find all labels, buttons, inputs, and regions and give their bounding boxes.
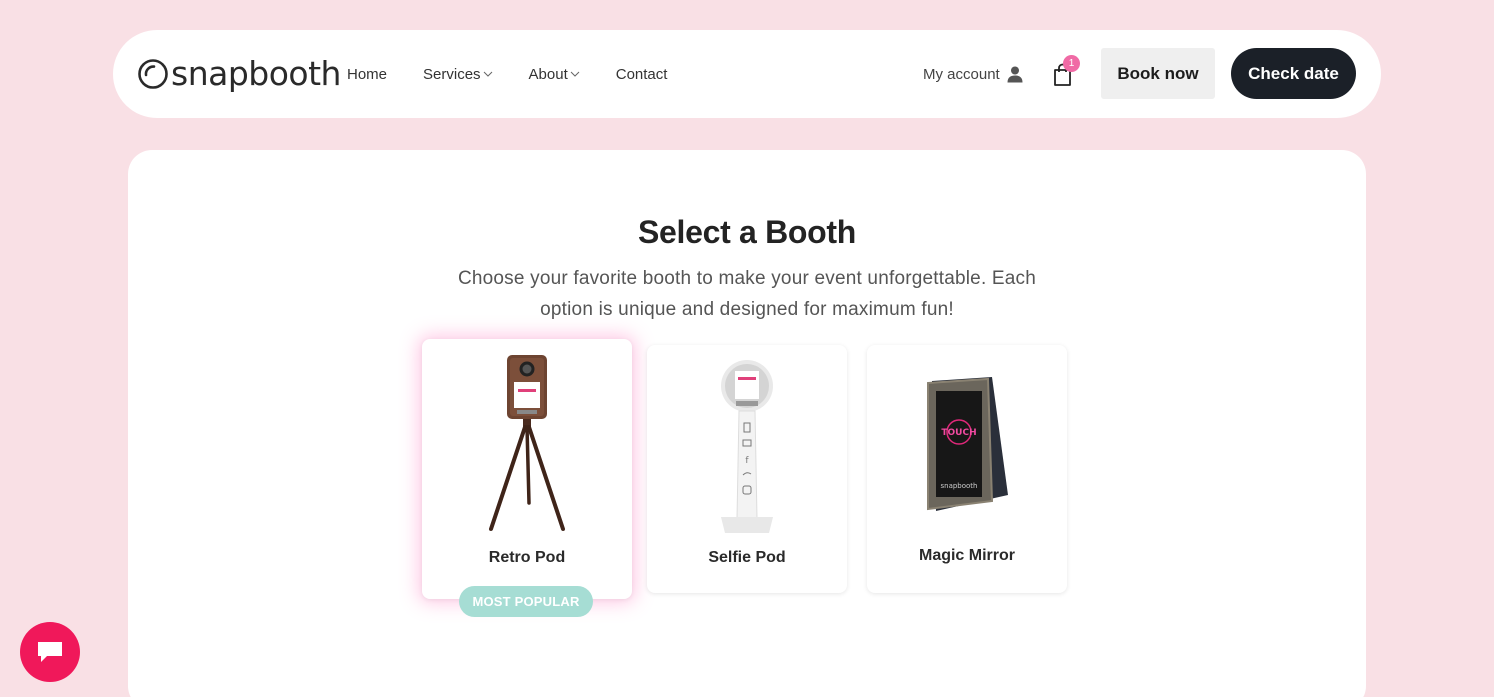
nav-about[interactable]: About — [529, 66, 580, 83]
user-icon — [1007, 66, 1023, 83]
logo[interactable]: snapbooth — [137, 56, 341, 92]
chevron-down-icon — [570, 71, 580, 77]
chat-launcher[interactable] — [20, 622, 80, 682]
nav-about-label: About — [528, 65, 568, 83]
booth-card-selfie-pod[interactable]: f Selfie Pod — [647, 345, 847, 593]
page-title: Select a Booth — [637, 214, 857, 250]
booth-name: Magic Mirror — [918, 547, 1015, 564]
book-now-button[interactable]: Book now — [1101, 48, 1215, 99]
top-header: snapbooth Home Services About Contact My… — [113, 30, 1381, 118]
page-subtitle: Choose your favorite booth to make your … — [457, 268, 1037, 320]
nav-contact-label: Contact — [615, 65, 668, 83]
selfie-pod-image: f — [721, 360, 773, 533]
retro-pod-image — [489, 355, 565, 531]
booth-selection-panel: Select a Booth Choose your favorite boot… — [128, 150, 1366, 697]
nav-contact[interactable]: Contact — [616, 66, 668, 83]
main-nav: Home Services About Contact — [347, 30, 703, 118]
svg-text:TOUCH: TOUCH — [941, 428, 976, 438]
logo-mark-icon — [138, 59, 168, 89]
my-account-label: My account — [923, 65, 1000, 83]
booth-name: Selfie Pod — [708, 549, 786, 566]
logo-text: snapbooth — [171, 54, 341, 93]
cart-button[interactable]: 1 — [1051, 55, 1080, 88]
my-account-link[interactable]: My account — [923, 30, 1024, 118]
chevron-down-icon — [483, 71, 492, 77]
chat-icon — [38, 642, 62, 662]
svg-text:snapbooth: snapbooth — [940, 482, 977, 490]
nav-home-label: Home — [347, 65, 388, 83]
nav-home[interactable]: Home — [347, 66, 387, 83]
cart-count-badge: 1 — [1063, 55, 1080, 72]
nav-services[interactable]: Services — [423, 66, 493, 83]
booth-name: Retro Pod — [488, 549, 566, 566]
magic-mirror-image: TOUCH snapbooth — [927, 377, 1008, 511]
booth-card-retro-pod[interactable]: Retro Pod MOST POPULAR — [422, 339, 632, 617]
most-popular-badge: MOST POPULAR — [459, 586, 593, 617]
nav-services-label: Services — [423, 65, 481, 83]
booth-card-magic-mirror[interactable]: TOUCH snapbooth Magic Mirror — [867, 345, 1067, 593]
check-date-button[interactable]: Check date — [1231, 48, 1356, 99]
